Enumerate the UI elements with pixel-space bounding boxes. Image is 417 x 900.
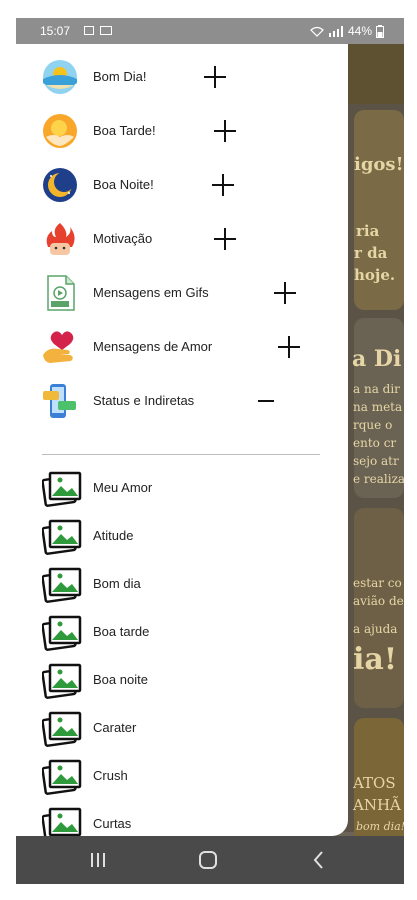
background-text: ento cr — [353, 436, 397, 450]
battery-icon — [376, 24, 384, 38]
battery-percent: 44% — [347, 24, 372, 38]
category-label: Motivação — [93, 231, 153, 246]
background-card[interactable] — [354, 508, 404, 708]
category-label: Status e Indiretas — [93, 393, 195, 408]
image-stack-icon — [42, 567, 82, 603]
home-icon — [199, 851, 217, 869]
background-text: igos! — [354, 154, 404, 175]
subcategory-carater[interactable]: Carater — [16, 704, 348, 752]
subcategory-label: Curtas — [93, 816, 132, 831]
fire-icon — [46, 223, 75, 255]
sun-icon — [43, 114, 77, 148]
collapse-minus-icon[interactable] — [258, 390, 280, 412]
image-stack-icon — [42, 615, 82, 651]
subcategory-label: Boa noite — [93, 672, 148, 687]
background-text: a ajuda — [353, 622, 398, 636]
subcategory-bom-dia[interactable]: Bom dia — [16, 560, 348, 608]
status-icons: 44% — [310, 24, 384, 38]
message-icon — [100, 26, 112, 35]
image-stack-icon — [42, 471, 82, 507]
category-label: Boa Noite! — [93, 177, 154, 192]
background-text: bom dia! — [356, 820, 404, 833]
category-label: Mensagens de Amor — [93, 339, 213, 354]
wifi-icon — [310, 26, 324, 37]
app-toolbar — [348, 44, 404, 104]
subcategory-curtas[interactable]: Curtas — [16, 800, 348, 836]
background-text: r da — [354, 244, 388, 262]
home-button[interactable] — [178, 836, 238, 884]
expand-plus-icon[interactable] — [204, 66, 226, 88]
background-text: rque o — [353, 418, 393, 432]
navigation-drawer: Bom Dia! Boa Tarde! Boa Noite! Motivação… — [16, 44, 348, 836]
subcategory-boa-tarde[interactable]: Boa tarde — [16, 608, 348, 656]
category-label: Mensagens em Gifs — [93, 285, 209, 300]
category-boa-tarde[interactable]: Boa Tarde! — [16, 104, 348, 158]
category-label: Boa Tarde! — [93, 123, 156, 138]
heart-hand-icon — [43, 331, 74, 363]
background-text: ANHÃ — [353, 796, 401, 814]
category-motivacao[interactable]: Motivação — [16, 212, 348, 266]
status-bar: 15:07 44% — [16, 18, 404, 44]
background-text: a na dir — [353, 382, 400, 396]
background-text: a Di — [352, 346, 402, 372]
subcategory-boa-noite[interactable]: Boa noite — [16, 656, 348, 704]
image-stack-icon — [42, 711, 82, 747]
status-time: 15:07 — [40, 24, 71, 38]
image-stack-icon — [42, 759, 82, 795]
subcategory-label: Crush — [93, 768, 128, 783]
subcategory-meu-amor[interactable]: Meu Amor — [16, 464, 348, 512]
expand-plus-icon[interactable] — [278, 336, 300, 358]
image-stack-icon — [42, 807, 82, 836]
category-label: Bom Dia! — [93, 69, 147, 84]
background-text: sejo atr — [353, 454, 399, 468]
subcategory-atitude[interactable]: Atitude — [16, 512, 348, 560]
signal-icon — [328, 25, 343, 37]
expand-plus-icon[interactable] — [214, 120, 236, 142]
subcategory-label: Boa tarde — [93, 624, 150, 639]
sunrise-icon — [43, 60, 77, 94]
subcategory-crush[interactable]: Crush — [16, 752, 348, 800]
background-text: hoje. — [354, 266, 396, 284]
category-status-e-indiretas[interactable]: Status e Indiretas — [16, 374, 348, 428]
back-button[interactable] — [288, 836, 348, 884]
chat-phone-icon — [43, 384, 76, 418]
moon-icon — [43, 168, 77, 202]
expand-plus-icon[interactable] — [274, 282, 296, 304]
gallery-icon — [84, 26, 94, 35]
background-text: ria — [356, 222, 380, 240]
recents-button[interactable] — [68, 836, 128, 884]
background-text: e realiza — [353, 472, 404, 486]
gif-file-icon — [47, 275, 75, 311]
background-text: ATOS — [353, 774, 396, 792]
category-mensagens-de-amor[interactable]: Mensagens de Amor — [16, 320, 348, 374]
background-text: na meta — [353, 400, 403, 414]
phone-screen: 15:07 44% igos! ria r da hoje. a Di a na… — [16, 18, 404, 884]
background-text: estar co — [353, 576, 402, 590]
image-stack-icon — [42, 663, 82, 699]
category-boa-noite[interactable]: Boa Noite! — [16, 158, 348, 212]
category-bom-dia[interactable]: Bom Dia! — [16, 50, 348, 104]
expand-plus-icon[interactable] — [214, 228, 236, 250]
subcategory-label: Meu Amor — [93, 480, 153, 495]
subcategory-label: Bom dia — [93, 576, 141, 591]
recents-icon — [91, 853, 105, 867]
subcategory-label: Atitude — [93, 528, 134, 543]
background-text: ia! — [353, 642, 398, 677]
expand-plus-icon[interactable] — [212, 174, 234, 196]
category-mensagens-em-gifs[interactable]: Mensagens em Gifs — [16, 266, 348, 320]
back-icon — [313, 851, 323, 869]
system-navigation-bar — [16, 836, 404, 884]
subcategory-label: Carater — [93, 720, 137, 735]
image-stack-icon — [42, 519, 82, 555]
section-divider — [42, 454, 320, 455]
background-text: avião de — [353, 594, 404, 608]
